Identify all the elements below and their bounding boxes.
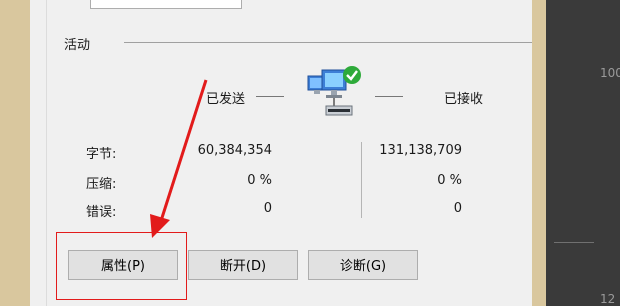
received-label: 已接收 (444, 92, 484, 107)
top-button-edge[interactable] (90, 0, 242, 9)
bytes-sent-value: 60,384,354 (197, 143, 272, 158)
background-window: 100 12 (546, 0, 620, 306)
sent-label: 已发送 (206, 92, 246, 107)
bytes-label: 字节: (86, 147, 117, 162)
received-dash (375, 96, 403, 97)
background-label-bottom: 12 (600, 292, 616, 306)
green-check-icon (343, 66, 361, 84)
section-divider (124, 42, 532, 43)
compression-sent-value: 0 % (247, 173, 272, 188)
background-label-top: 100 (600, 66, 620, 80)
bytes-received-value: 131,138,709 (379, 143, 462, 158)
window-frame-left (0, 0, 30, 306)
background-divider (554, 242, 594, 243)
compression-received-value: 0 % (437, 173, 462, 188)
disconnect-button[interactable]: 断开(D) (188, 250, 298, 280)
highlight-box (56, 232, 187, 300)
errors-label: 错误: (86, 205, 117, 220)
window-frame-right (532, 0, 546, 306)
errors-received-value: 0 (453, 201, 462, 216)
diagnose-button[interactable]: 诊断(G) (308, 250, 418, 280)
compression-label: 压缩: (86, 177, 117, 192)
activity-section-label: 活动 (64, 38, 91, 53)
sent-dash (256, 96, 284, 97)
network-computer-icon (307, 66, 361, 116)
errors-sent-value: 0 (263, 201, 272, 216)
column-separator (361, 142, 362, 218)
